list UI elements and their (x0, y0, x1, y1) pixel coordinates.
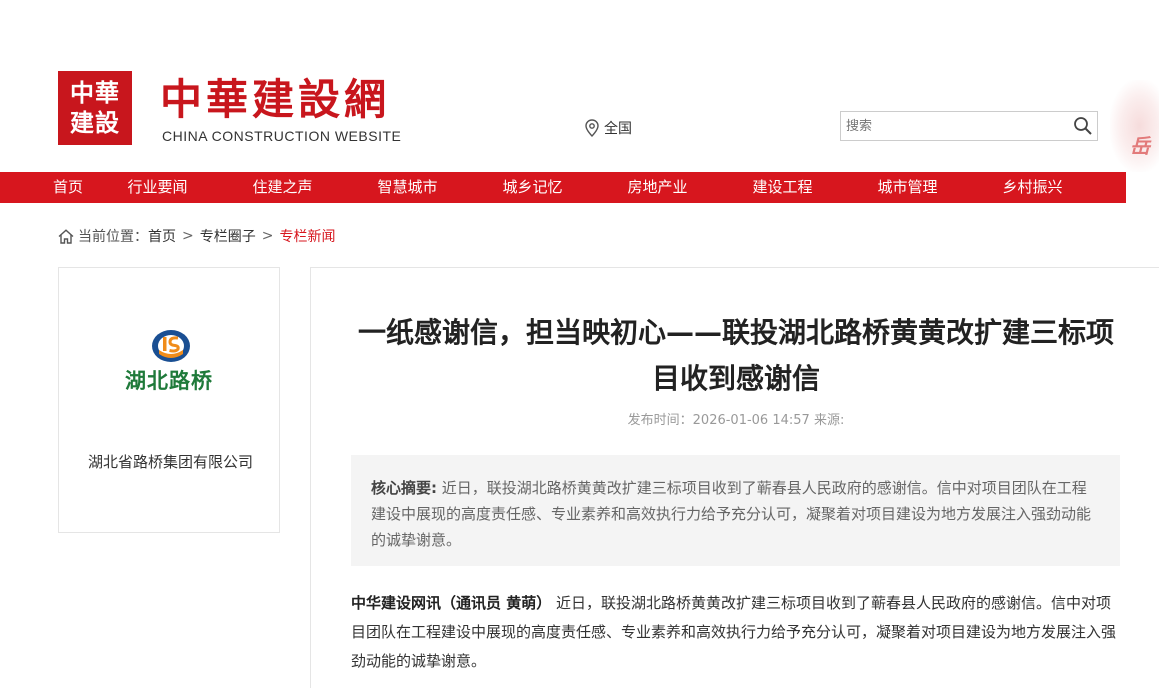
search-icon (1074, 117, 1092, 135)
article-title: 一纸感谢信，担当映初心——联投湖北路桥黄黄改扩建三标项目收到感谢信 (357, 316, 1114, 395)
site-name-en: CHINA CONSTRUCTION WEBSITE (162, 128, 402, 144)
nav-item-real-estate[interactable]: 房地产业 (595, 172, 720, 203)
breadcrumb-column-news[interactable]: 专栏新闻 (279, 226, 335, 246)
region-selector[interactable]: 全国 (584, 118, 632, 138)
summary-text: 近日，联投湖北路桥黄黄改扩建三标项目收到了蕲春县人民政府的感谢信。信中对项目团队… (371, 479, 1092, 549)
nav-item-housing-voice[interactable]: 住建之声 (220, 172, 345, 203)
nav-item-rural-revitalization[interactable]: 乡村振兴 (970, 172, 1095, 203)
seal-line-1: 中華 (70, 78, 120, 107)
site-header: 中華 建設 中華建設網 CHINA CONSTRUCTION WEBSITE 全… (0, 0, 1159, 172)
main-nav: 首页 行业要闻 住建之声 智慧城市 城乡记忆 房地产业 建设工程 城市管理 乡村… (0, 172, 1126, 203)
company-logo-icon (152, 330, 190, 362)
seal-line-2: 建設 (70, 108, 120, 137)
company-name[interactable]: 湖北省路桥集团有限公司 (83, 450, 258, 474)
header-decoration: 岳 (1110, 80, 1159, 172)
site-name-cn[interactable]: 中華建設網 (160, 76, 390, 124)
article-lead: 中华建设网讯（通讯员 黄萌） (351, 594, 552, 612)
article-body: 中华建设网讯（通讯员 黄萌） 近日，联投湖北路桥黄黄改扩建三标项目收到了蕲春县人… (351, 589, 1121, 676)
nav-item-smart-city[interactable]: 智慧城市 (345, 172, 470, 203)
home-icon (58, 228, 74, 244)
search-box (840, 111, 1098, 141)
nav-item-urban-rural-memory[interactable]: 城乡记忆 (470, 172, 595, 203)
publish-time-label: 发布时间： (627, 413, 693, 428)
company-card[interactable]: 湖北路桥 湖北省路桥集团有限公司 (58, 267, 280, 533)
breadcrumb-prefix: 当前位置： (78, 229, 148, 245)
nav-item-construction[interactable]: 建设工程 (720, 172, 845, 203)
search-input[interactable] (841, 112, 1069, 140)
region-label: 全国 (604, 121, 632, 137)
summary-label: 核心摘要: (371, 479, 437, 497)
nav-item-industry-news[interactable]: 行业要闻 (95, 172, 220, 203)
breadcrumb-home[interactable]: 首页 (148, 226, 176, 246)
header-decoration-text: 岳 (1130, 134, 1150, 158)
article-panel: 一纸感谢信，担当映初心——联投湖北路桥黄黄改扩建三标项目收到感谢信 发布时间：2… (310, 267, 1159, 688)
breadcrumb-column-circle[interactable]: 专栏圈子 (200, 226, 256, 246)
nav-item-city-management[interactable]: 城市管理 (845, 172, 970, 203)
nav-item-home[interactable]: 首页 (0, 172, 95, 203)
search-button[interactable] (1073, 116, 1093, 136)
source-label: 来源: (813, 413, 845, 428)
site-logo-seal[interactable]: 中華 建設 (58, 71, 132, 145)
article-meta: 发布时间：2026-01-06 14:57 来源: (351, 409, 1121, 428)
location-pin-icon (585, 119, 599, 137)
company-logo-text: 湖北路桥 (125, 369, 213, 393)
breadcrumb-separator: > (182, 228, 194, 244)
breadcrumb-separator: > (261, 228, 274, 244)
article-summary: 核心摘要: 近日，联投湖北路桥黄黄改扩建三标项目收到了蕲春县人民政府的感谢信。信… (351, 455, 1120, 566)
breadcrumb: 当前位置： 首页 > 专栏圈子 > 专栏新闻 (58, 226, 335, 246)
publish-time: 2026-01-06 14:57 (692, 413, 810, 428)
